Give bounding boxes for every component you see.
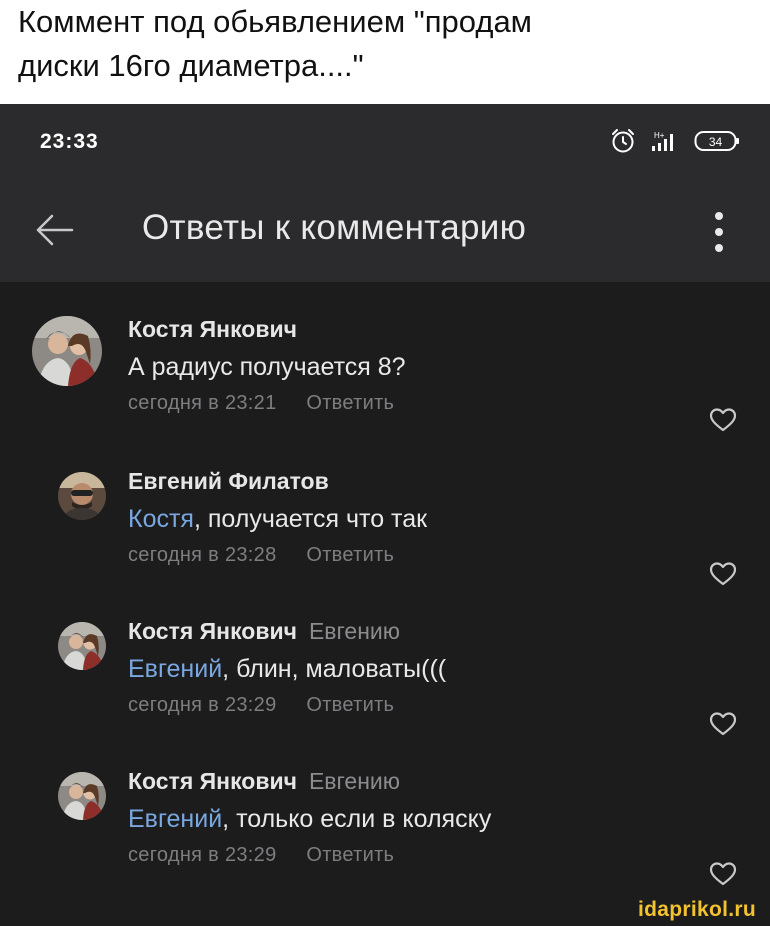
- reply-button[interactable]: Ответить: [306, 694, 394, 716]
- comment-list: Костя Янкович А радиус получается 8? сег…: [0, 282, 770, 926]
- comment-item: Костя Янкович Евгению Евгений, блин, мало…: [0, 618, 770, 762]
- mention-link[interactable]: Евгений: [128, 805, 222, 833]
- comment-message: , получается что так: [193, 505, 428, 533]
- mention-link[interactable]: Евгений: [128, 655, 222, 683]
- reply-to-label[interactable]: Евгению: [309, 768, 400, 794]
- network-type-label: H+: [654, 131, 665, 140]
- page-title: Ответы к комментарию: [142, 208, 527, 247]
- like-heart-icon[interactable]: [709, 861, 737, 887]
- comment-time: сегодня в 23:28: [128, 544, 277, 566]
- like-heart-icon[interactable]: [709, 407, 737, 433]
- comment-meta: сегодня в 23:29 Ответить: [128, 844, 491, 867]
- app-bar: Ответы к комментарию: [0, 178, 770, 282]
- alarm-clock-icon: [612, 129, 634, 153]
- comment-meta: сегодня в 23:21 Ответить: [128, 392, 406, 415]
- like-heart-icon[interactable]: [709, 561, 737, 587]
- battery-level: 34: [709, 135, 723, 149]
- comment-author[interactable]: Евгений Филатов: [128, 468, 329, 494]
- comment-header: Костя Янкович Евгению: [128, 616, 446, 646]
- reply-button[interactable]: Ответить: [306, 844, 394, 866]
- avatar-photo: [32, 316, 102, 386]
- avatar[interactable]: [58, 472, 106, 520]
- caption-line-1: Коммент под обьявлением "продам: [18, 4, 532, 39]
- comment-meta: сегодня в 23:29 Ответить: [128, 694, 446, 717]
- avatar-photo: [58, 772, 106, 820]
- comment-header: Костя Янкович Евгению: [128, 766, 491, 796]
- comment-text: Костя, получается что так: [128, 502, 427, 536]
- phone-screen: 23:33 H+ 34 Ответы к комментарию Костя Я…: [0, 104, 770, 926]
- comment-message: , блин, маловаты(((: [222, 655, 447, 683]
- comment-message: , только если в коляску: [222, 805, 492, 833]
- avatar-photo: [58, 622, 106, 670]
- status-icons: H+ 34: [610, 128, 740, 154]
- comment-body: Костя Янкович Евгению Евгений, только есл…: [128, 766, 491, 867]
- status-bar: 23:33 H+ 34: [0, 104, 770, 178]
- watermark: idaprikol.ru: [638, 898, 756, 921]
- reply-to-label[interactable]: Евгению: [309, 618, 400, 644]
- reply-button[interactable]: Ответить: [306, 544, 394, 566]
- mention-link[interactable]: Костя: [128, 505, 194, 533]
- comment-text: Евгений, только если в коляску: [128, 802, 491, 836]
- caption: Коммент под обьявлением "продам диски 16…: [0, 0, 770, 104]
- comment-author[interactable]: Костя Янкович: [128, 768, 297, 794]
- avatar[interactable]: [32, 316, 102, 386]
- comment-item: Костя Янкович Евгению Евгений, только есл…: [0, 768, 770, 912]
- comment-author[interactable]: Костя Янкович: [128, 316, 297, 342]
- comment-item: Евгений Филатов Костя, получается что та…: [0, 468, 770, 612]
- comment-text: А радиус получается 8?: [128, 350, 406, 384]
- comment-author[interactable]: Костя Янкович: [128, 618, 297, 644]
- reply-button[interactable]: Ответить: [306, 392, 394, 414]
- battery-icon: 34: [694, 131, 739, 151]
- comment-time: сегодня в 23:21: [128, 392, 277, 414]
- comment-meta: сегодня в 23:28 Ответить: [128, 544, 427, 567]
- avatar[interactable]: [58, 622, 106, 670]
- signal-icon: H+: [652, 131, 673, 151]
- comment-text: Евгений, блин, маловаты(((: [128, 652, 446, 686]
- comment-item: Костя Янкович А радиус получается 8? сег…: [0, 316, 770, 456]
- comment-header: Костя Янкович: [128, 314, 406, 344]
- comment-body: Евгений Филатов Костя, получается что та…: [128, 466, 427, 567]
- comment-body: Костя Янкович А радиус получается 8? сег…: [128, 314, 406, 415]
- avatar[interactable]: [58, 772, 106, 820]
- more-vertical-icon[interactable]: [712, 210, 726, 254]
- caption-line-2: диски 16го диаметра....": [18, 48, 364, 83]
- comment-message: А радиус получается 8?: [128, 353, 406, 381]
- comment-body: Костя Янкович Евгению Евгений, блин, мало…: [128, 616, 446, 717]
- comment-time: сегодня в 23:29: [128, 844, 277, 866]
- comment-header: Евгений Филатов: [128, 466, 427, 496]
- avatar-photo: [58, 472, 106, 520]
- like-heart-icon[interactable]: [709, 711, 737, 737]
- status-time: 23:33: [40, 130, 99, 153]
- comment-time: сегодня в 23:29: [128, 694, 277, 716]
- back-arrow-icon[interactable]: [34, 212, 74, 248]
